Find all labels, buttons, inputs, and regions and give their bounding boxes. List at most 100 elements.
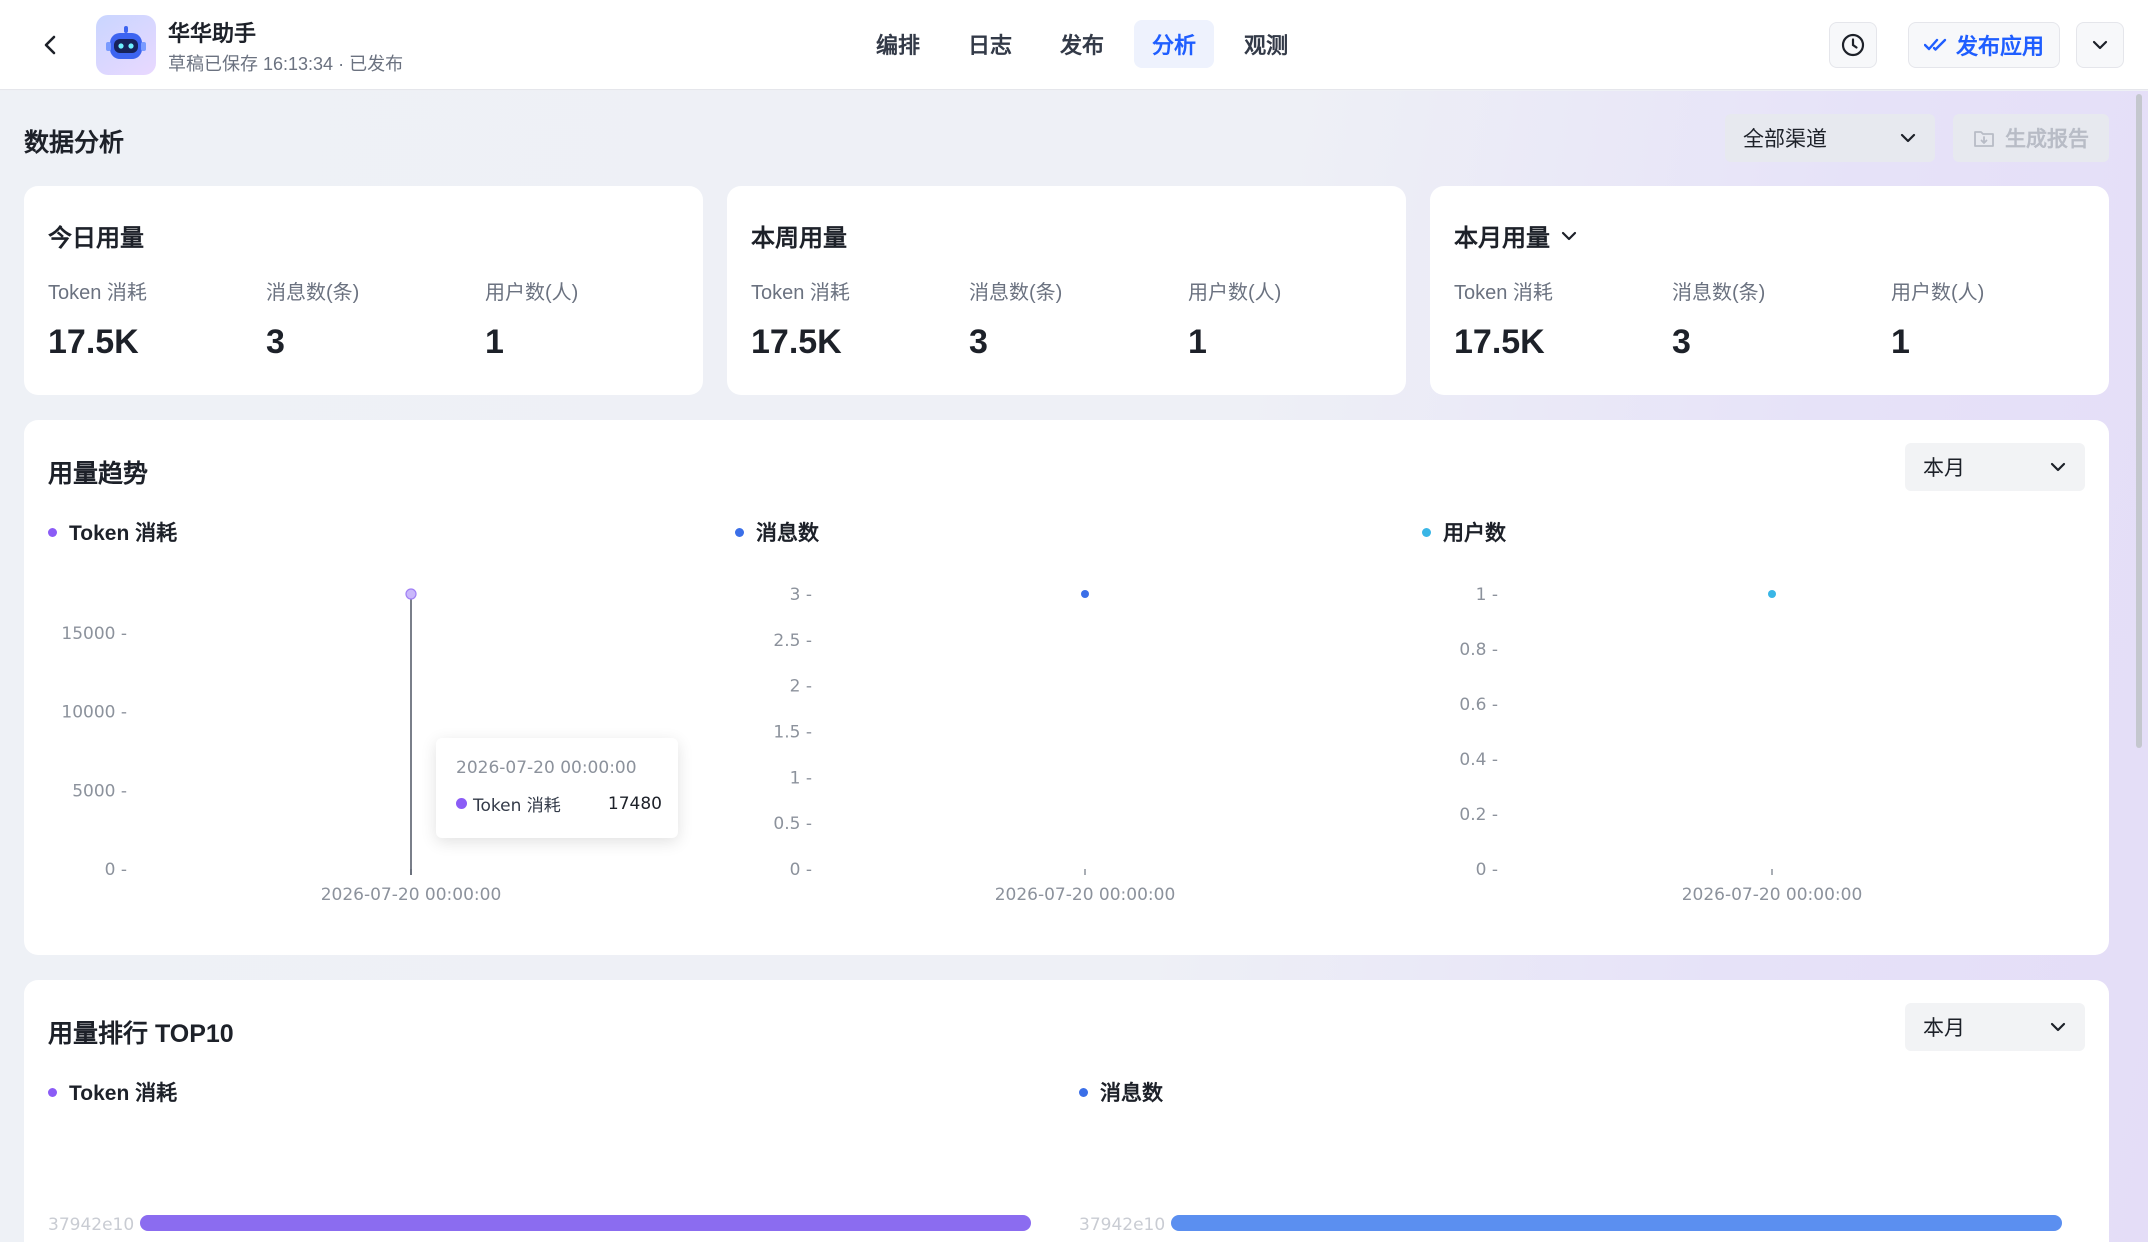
today-user-metric: 用户数(人) 1 (485, 276, 578, 362)
generate-report-label: 生成报告 (2005, 128, 2089, 151)
week-token-metric: Token 消耗 17.5K (751, 276, 850, 362)
message-ranking-chart: 37942e10 - (1079, 1215, 2062, 1235)
double-check-icon (1923, 38, 1947, 51)
main-nav: 编排 日志 发布 分析 观测 (858, 20, 1306, 68)
usage-ranking-card: 用量排行 TOP10 本月 Token 消耗 消息数 37942e10 - 37… (24, 980, 2109, 1242)
y-tick-label: 15000 - (61, 624, 127, 644)
metric-label: 用户数(人) (485, 282, 579, 304)
tooltip-row: Token 消耗 17480 (456, 791, 662, 816)
chevron-left-icon (44, 35, 56, 55)
metric-value: 1 (1891, 323, 1910, 361)
y-tick-label: 2.5 - (773, 631, 812, 651)
metric-value: 3 (266, 323, 285, 361)
week-usage-title-text: 本周用量 (751, 225, 847, 252)
month-usage-dropdown[interactable]: 本月用量 (1454, 218, 1578, 253)
tab-publish[interactable]: 发布 (1042, 20, 1122, 68)
publish-app-button[interactable]: 发布应用 (1908, 22, 2060, 68)
x-tick-label: 2026-07-20 00:00:00 (321, 885, 502, 905)
month-message-metric: 消息数(条) 3 (1672, 276, 1765, 362)
week-usage-title: 本周用量 (751, 218, 847, 253)
folder-download-icon (1974, 131, 1994, 147)
tab-orchestrate[interactable]: 编排 (858, 20, 938, 68)
generate-report-button[interactable]: 生成报告 (1953, 114, 2109, 162)
y-tick-label: 1 - (1476, 585, 1498, 605)
today-token-metric: Token 消耗 17.5K (48, 276, 147, 362)
token-ranking-chart: 37942e10 - (48, 1215, 1031, 1235)
y-tick-label: 2 - (790, 677, 812, 697)
back-button[interactable] (30, 25, 70, 65)
today-usage-title: 今日用量 (48, 218, 144, 253)
y-tick-label: 1.5 - (773, 723, 812, 743)
app-avatar (96, 15, 156, 75)
metric-label: 消息数(条) (969, 282, 1063, 304)
month-token-metric: Token 消耗 17.5K (1454, 276, 1553, 362)
y-tick-label: 5000 - (72, 781, 127, 801)
week-usage-card: 本周用量 Token 消耗 17.5K 消息数(条) 3 用户数(人) 1 (727, 186, 1406, 395)
week-user-metric: 用户数(人) 1 (1188, 276, 1281, 362)
chart-tooltip: 2026-07-20 00:00:00 Token 消耗 17480 (436, 738, 678, 838)
clock-icon (1841, 33, 1865, 57)
metric-label: 用户数(人) (1188, 282, 1282, 304)
metric-label: Token 消耗 (48, 282, 147, 304)
scrollbar-thumb[interactable] (2136, 94, 2142, 748)
y-tick-label: 3 - (790, 585, 812, 605)
chevron-down-icon (2092, 40, 2108, 50)
chevron-down-icon (1561, 231, 1577, 240)
app-save-status: 草稿已保存 16:13:34 · 已发布 (168, 54, 404, 74)
x-tick-label: 2026-07-20 00:00:00 (1682, 885, 1863, 905)
category-label: 37942e10 - (1079, 1215, 1177, 1235)
y-tick-label: 0.6 - (1459, 695, 1498, 715)
y-tick-label: 0 - (790, 860, 812, 880)
history-button[interactable] (1829, 22, 1877, 68)
data-point (405, 588, 417, 600)
metric-value: 1 (1188, 323, 1207, 361)
tooltip-series: Token 消耗 (473, 796, 561, 816)
month-usage-title-text: 本月用量 (1454, 225, 1550, 252)
bar (1171, 1215, 2062, 1231)
chevron-down-icon (1900, 133, 1916, 143)
y-tick-label: 0 - (105, 860, 127, 880)
y-tick-label: 0.2 - (1459, 805, 1498, 825)
user-trend-chart: 0 - 0.2 - 0.4 - 0.6 - 0.8 - 1 - 2026-07-20 00:… (1459, 585, 1863, 905)
page-title: 数据分析 (24, 129, 125, 157)
y-tick-label: 0 - (1476, 860, 1498, 880)
tab-observe[interactable]: 观测 (1226, 20, 1306, 68)
bar (140, 1215, 1031, 1231)
metric-label: Token 消耗 (1454, 282, 1553, 304)
today-usage-card: 今日用量 Token 消耗 17.5K 消息数(条) 3 用户数(人) 1 (24, 186, 703, 395)
analytics-content: 数据分析 全部渠道 生成报告 今日用量 Token 消耗 17.5K 消息数(条… (0, 91, 2148, 1242)
metric-label: 消息数(条) (1672, 282, 1766, 304)
metric-label: 用户数(人) (1891, 282, 1985, 304)
x-tick-label: 2026-07-20 00:00:00 (995, 885, 1176, 905)
month-usage-card: 本月用量 Token 消耗 17.5K 消息数(条) 3 用户数(人) 1 (1430, 186, 2109, 395)
today-usage-title-text: 今日用量 (48, 225, 144, 252)
y-tick-label: 0.4 - (1459, 750, 1498, 770)
data-point (1081, 590, 1089, 598)
tab-analytics[interactable]: 分析 (1134, 20, 1215, 68)
metric-value: 17.5K (751, 323, 842, 361)
message-trend-chart: 0 - 0.5 - 1 - 1.5 - 2 - 2.5 - 3 - 2026-07-20 00… (773, 585, 1176, 905)
data-point (1768, 590, 1776, 598)
metric-label: Token 消耗 (751, 282, 850, 304)
month-user-metric: 用户数(人) 1 (1891, 276, 1984, 362)
top-bar: 华华助手 草稿已保存 16:13:34 · 已发布 编排 日志 发布 分析 观测… (0, 0, 2148, 90)
week-message-metric: 消息数(条) 3 (969, 276, 1062, 362)
channel-select-value: 全部渠道 (1743, 128, 1827, 151)
metric-value: 3 (969, 323, 988, 361)
tooltip-value: 17480 (607, 793, 662, 814)
y-tick-label: 10000 - (61, 703, 127, 723)
channel-select[interactable]: 全部渠道 (1725, 114, 1935, 162)
y-tick-label: 0.5 - (773, 814, 812, 834)
metric-label: 消息数(条) (266, 282, 360, 304)
publish-app-label: 发布应用 (1955, 34, 2044, 59)
more-menu-button[interactable] (2076, 22, 2124, 68)
token-trend-chart: 0 - 5000 - 10000 - 15000 - 2026-07-20 00:00:… (61, 588, 502, 905)
metric-value: 3 (1672, 323, 1691, 361)
tooltip-dot (456, 798, 467, 809)
tab-logs[interactable]: 日志 (950, 20, 1030, 68)
robot-icon (106, 26, 146, 59)
metric-value: 1 (485, 323, 504, 361)
metric-value: 17.5K (48, 323, 139, 361)
app-name: 华华助手 (168, 21, 257, 46)
tooltip-time: 2026-07-20 00:00:00 (456, 758, 637, 778)
